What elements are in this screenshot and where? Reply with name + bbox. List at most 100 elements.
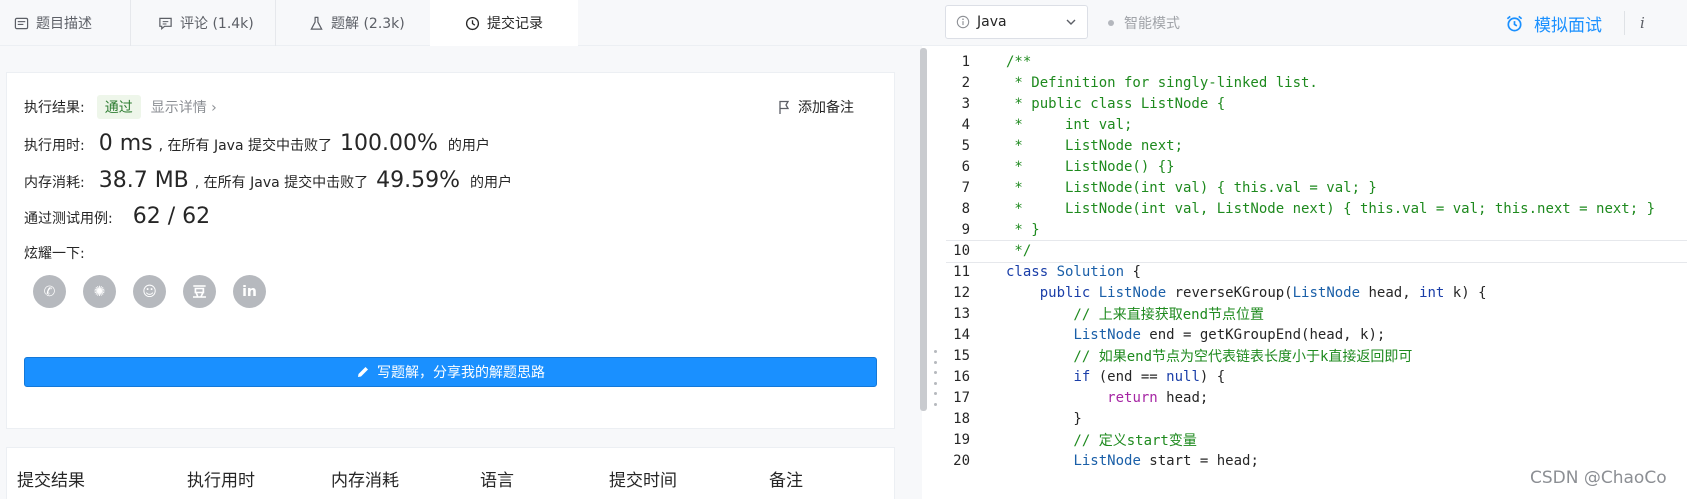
code-line[interactable]: 4 * int val; [946,114,1687,137]
info-button[interactable]: i [1640,0,1645,46]
code-line[interactable]: 13 // 上来直接获取end节点位置 [946,303,1687,326]
code-line[interactable]: 15 // 如果end节点为空代表链表长度小于k直接返回即可 [946,345,1687,368]
language-select[interactable]: Java [945,5,1088,39]
smart-mode-toggle[interactable]: 智能模式 [1108,0,1180,46]
memory-tail: 的用户 [470,175,513,191]
code-line[interactable]: 18 } [946,408,1687,431]
tab-solutions[interactable]: 题解 (2.3k) [309,0,405,46]
runtime-row: 执行用时: 0 ms , 在所有 Java 提交中击败了 100.00% 的用户 [24,131,490,156]
left-panel-scrollbar[interactable] [920,48,927,411]
code-text: * Definition for singly-linked list. [988,75,1318,92]
line-number: 5 [961,138,970,155]
code-text: // 定义start变量 [988,430,1197,450]
code-line[interactable]: 10 */ [946,240,1687,263]
code-line[interactable]: 6 * ListNode() {} [946,156,1687,179]
line-number: 15 [953,348,970,365]
line-number: 20 [953,453,970,470]
language-value: Java [977,14,1007,30]
code-text: */ [988,243,1031,259]
runtime-tail: 的用户 [447,138,490,154]
code-token: * Definition for singly-linked list. [1006,75,1318,92]
write-solution-button[interactable]: 写题解，分享我的解题思路 [24,357,877,387]
code-line[interactable]: 8 * ListNode(int val, ListNode next) { t… [946,198,1687,221]
code-token: ) { [1199,369,1226,386]
line-number: 7 [961,180,970,197]
code-token: } [1006,411,1082,428]
code-token: // 如果end节点为空代表链表长度小于k直接返回即可 [1006,349,1413,366]
code-token: ListNode [1292,285,1361,302]
weibo-icon[interactable]: ✺ [83,275,116,308]
pencil-icon [358,367,368,377]
code-token: ListNode [1098,285,1167,302]
mock-interview-button[interactable]: 模拟面试 [1505,0,1602,46]
code-text: // 如果end节点为空代表链表长度小于k直接返回即可 [988,346,1412,366]
linkedin-icon[interactable]: in [233,275,266,308]
chevron-down-icon [1066,19,1076,25]
column-header[interactable]: 提交结果 [17,466,85,491]
code-token: * } [1006,222,1040,239]
wechat-icon[interactable]: ✆ [33,275,66,308]
column-header[interactable]: 提交时间 [609,466,677,491]
memory-percentile: 49.59% [376,168,461,193]
line-number: 3 [961,96,970,113]
testcases-value: 62 / 62 [132,204,211,229]
testcases-row: 通过测试用例: 62 / 62 [24,204,210,229]
code-token: public [1039,285,1099,302]
line-number: 18 [953,411,970,428]
column-header[interactable]: 备注 [769,466,803,491]
code-line[interactable]: 11 class Solution { [946,261,1687,284]
memory-beat-text: , 在所有 Java 提交中击败了 [194,175,369,191]
line-number: 19 [953,432,970,449]
top-bar: 题目描述 评论 (1.4k) 题解 (2.3k) 提交记录 Java 智能模式 … [0,0,1687,46]
show-details-link[interactable]: 显示详情 › [151,97,217,117]
flask-icon [310,16,323,30]
code-line[interactable]: 2 * Definition for singly-linked list. [946,72,1687,95]
code-line[interactable]: 17 return head; [946,387,1687,410]
line-number: 17 [953,390,970,407]
column-header[interactable]: 内存消耗 [331,466,399,491]
tab-description[interactable]: 题目描述 [14,0,92,46]
tab-divider [130,0,131,46]
code-line[interactable]: 9 * } [946,219,1687,242]
chevron-right-icon: › [211,100,217,116]
code-token: * ListNode(int val) { this.val = val; } [1006,180,1377,197]
comment-icon [159,17,172,30]
column-header[interactable]: 语言 [480,466,514,491]
code-line[interactable]: 14 ListNode end = getKGroupEnd(head, k); [946,324,1687,347]
qq-icon[interactable]: ☺ [133,275,166,308]
tab-divider [275,0,276,46]
submissions-table-header: 提交结果 执行用时 内存消耗 语言 提交时间 备注 [6,447,895,499]
code-line[interactable]: 16 if (end == null) { [946,366,1687,389]
code-line[interactable]: 19 // 定义start变量 [946,429,1687,452]
line-number: 8 [961,201,970,218]
line-number: 6 [961,159,970,176]
tab-label: 评论 (1.4k) [180,16,254,32]
code-text: public ListNode reverseKGroup(ListNode h… [988,285,1487,301]
runtime-beat-text: , 在所有 Java 提交中击败了 [158,138,332,154]
code-line[interactable]: 3 * public class ListNode { [946,93,1687,116]
tab-comments[interactable]: 评论 (1.4k) [158,0,254,46]
panel-resize-handle[interactable] [934,350,938,406]
code-line[interactable]: 5 * ListNode next; [946,135,1687,158]
tab-submissions[interactable]: 提交记录 [430,0,578,46]
code-line[interactable]: 12 public ListNode reverseKGroup(ListNod… [946,282,1687,305]
tab-label: 题目描述 [36,16,92,32]
code-text: * ListNode next; [988,138,1183,154]
code-token: null [1166,369,1200,386]
toggle-dot-icon [1108,20,1114,26]
code-token: // 定义start变量 [1006,433,1197,450]
code-text: } [988,411,1082,428]
flag-icon [779,100,790,114]
code-text: // 上来直接获取end节点位置 [988,304,1264,324]
code-line[interactable]: 1 /** [946,51,1687,74]
testcases-label: 通过测试用例: [24,211,113,227]
add-note-button[interactable]: 添加备注 [778,97,854,117]
code-editor[interactable]: 1/** 2 * Definition for singly-linked lis… [946,46,1687,499]
column-header[interactable]: 执行用时 [187,466,255,491]
tab-label: 提交记录 [487,16,543,32]
code-token: // 上来直接获取end节点位置 [1006,307,1265,324]
douban-icon[interactable]: 豆 [183,275,216,308]
code-line[interactable]: 7 * ListNode(int val) { this.val = val; … [946,177,1687,200]
